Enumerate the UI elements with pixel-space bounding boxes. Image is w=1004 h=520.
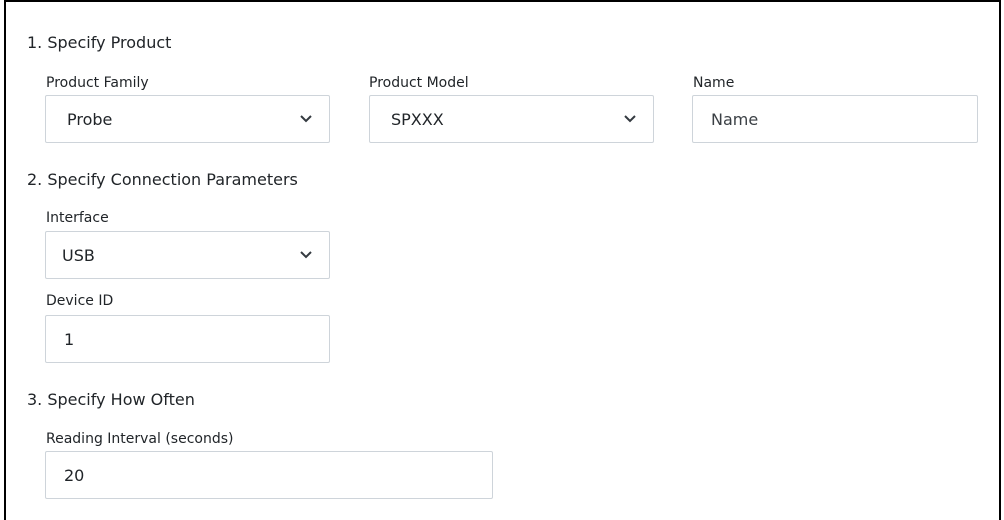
chevron-down-icon bbox=[300, 251, 312, 259]
device-id-label: Device ID bbox=[46, 293, 114, 309]
interface-select[interactable]: USB bbox=[45, 231, 330, 279]
device-id-value: 1 bbox=[64, 329, 75, 349]
product-family-select[interactable]: Probe bbox=[45, 95, 330, 143]
interface-value: USB bbox=[62, 245, 95, 265]
device-id-input[interactable]: 1 bbox=[45, 315, 330, 363]
section-title-connection: 2. Specify Connection Parameters bbox=[27, 170, 298, 189]
reading-interval-value: 20 bbox=[64, 465, 85, 485]
section-title-frequency: 3. Specify How Often bbox=[27, 390, 195, 409]
interface-label: Interface bbox=[46, 210, 109, 226]
chevron-down-icon bbox=[624, 115, 636, 123]
reading-interval-label: Reading Interval (seconds) bbox=[46, 431, 234, 447]
product-model-value: SPXXX bbox=[391, 109, 444, 129]
product-model-label: Product Model bbox=[369, 75, 469, 91]
name-input[interactable]: Name bbox=[692, 95, 978, 143]
reading-interval-input[interactable]: 20 bbox=[45, 451, 493, 499]
name-placeholder: Name bbox=[711, 109, 759, 129]
section-title-product: 1. Specify Product bbox=[27, 33, 172, 52]
name-label: Name bbox=[693, 75, 735, 91]
product-family-label: Product Family bbox=[46, 75, 149, 91]
settings-panel: 1. Specify Product Product Family Probe … bbox=[4, 0, 1001, 520]
chevron-down-icon bbox=[300, 115, 312, 123]
product-model-select[interactable]: SPXXX bbox=[369, 95, 654, 143]
product-family-value: Probe bbox=[67, 109, 113, 129]
